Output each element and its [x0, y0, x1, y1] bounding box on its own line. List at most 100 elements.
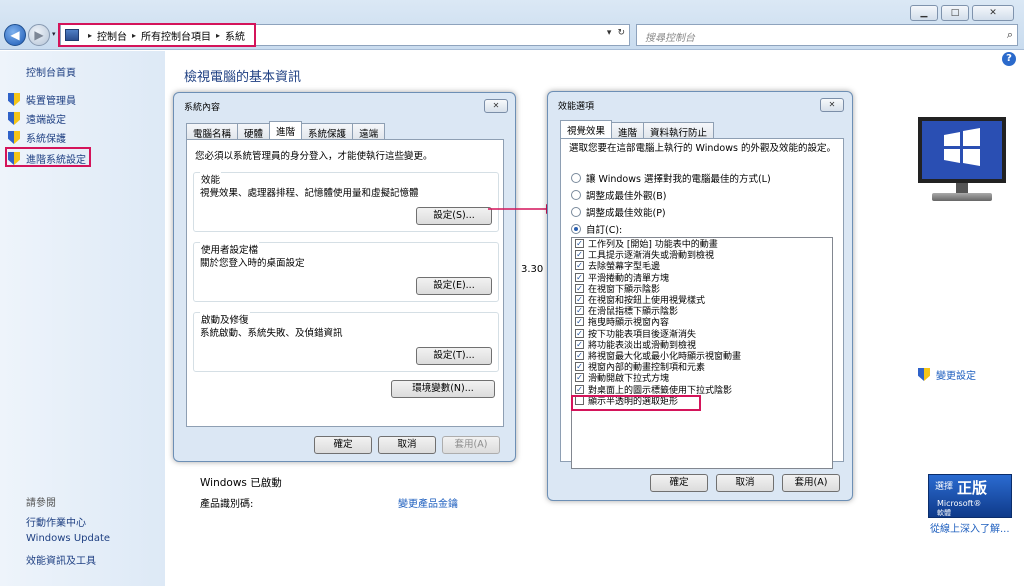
tab-dep[interactable]: 資料執行防止 [643, 122, 715, 139]
search-input[interactable]: 搜尋控制台 ⌕ [636, 24, 1018, 46]
breadcrumb-arrow-icon[interactable]: ▸ [88, 31, 92, 40]
genuine-choose-text: 選擇 [935, 482, 954, 492]
tab-advanced[interactable]: 進階 [269, 121, 303, 139]
checkbox[interactable]: ✓ [575, 250, 584, 260]
dialog-title: 系統內容 [184, 103, 221, 113]
tab-system-protection[interactable]: 系統保護 [301, 123, 354, 140]
checkbox[interactable]: ✓ [575, 339, 584, 349]
address-controls: ▾ ↻ [607, 28, 625, 38]
system-properties-dialog: 系統內容 ✕ 電腦名稱 硬體 進階 系統保護 遠端 您必須以系統管理員的身分登入… [173, 92, 516, 462]
sysprops-tabs: 電腦名稱 硬體 進階 系統保護 遠端 [186, 121, 386, 140]
checkbox[interactable]: ✓ [575, 373, 584, 383]
checkbox[interactable]: ✓ [575, 350, 584, 360]
dialog-close-button[interactable]: ✕ [484, 99, 508, 113]
perf-tabs: 視覺效果 進階 資料執行防止 [560, 120, 715, 139]
radio-button[interactable] [571, 190, 581, 200]
radio-label: 自訂(C): [586, 225, 623, 236]
windows-update-link[interactable]: Windows Update [26, 533, 110, 544]
search-icon[interactable]: ⌕ [1007, 28, 1013, 42]
tab-hardware[interactable]: 硬體 [237, 123, 271, 140]
checkbox[interactable]: ✓ [575, 362, 584, 372]
learn-more-online-link[interactable]: 從線上深入了解... [930, 520, 1010, 535]
device-manager-link[interactable]: 裝置管理員 [8, 92, 76, 107]
change-settings-link[interactable]: 變更設定 [918, 367, 976, 382]
ok-button[interactable]: 確定 [314, 436, 372, 454]
minimize-button[interactable]: ▁ [910, 5, 938, 21]
control-panel-icon [65, 29, 79, 41]
radio-let-windows-choose[interactable]: 讓 Windows 選擇對我的電腦最佳的方式(L) [571, 171, 771, 185]
action-center-link[interactable]: 行動作業中心 [26, 514, 86, 529]
page-title: 檢視電腦的基本資訊 [184, 70, 302, 85]
activation-status: Windows 已啟動 [200, 477, 282, 489]
visual-effects-list[interactable]: ✓ 工作列及 [開始] 功能表中的動畫 ✓ 工具提示逐漸消失或滑動到檢視 ✓ 去除螢幕字型… [571, 237, 833, 469]
genuine-title-text: 正版 [957, 479, 988, 497]
radio-label: 讓 Windows 選擇對我的電腦最佳的方式(L) [586, 174, 771, 185]
maximize-button[interactable]: □ [941, 5, 969, 21]
cancel-button[interactable]: 取消 [378, 436, 436, 454]
back-button[interactable]: ◀ [4, 24, 26, 46]
effect-checkbox-row[interactable]: 顯示半透明的選取矩形 [572, 395, 832, 407]
address-dropdown-icon[interactable]: ▾ [607, 28, 612, 38]
ok-button[interactable]: 確定 [650, 474, 708, 492]
performance-tools-link[interactable]: 效能資訊及工具 [26, 552, 96, 567]
user-profiles-settings-button[interactable]: 設定(E)... [416, 277, 492, 295]
refresh-icon[interactable]: ↻ [617, 28, 625, 38]
cancel-button[interactable]: 取消 [716, 474, 774, 492]
change-product-key-link[interactable]: 變更產品金鑰 [398, 495, 458, 510]
checkbox[interactable] [575, 395, 584, 405]
breadcrumb-control-panel[interactable]: 控制台 [97, 28, 127, 43]
genuine-microsoft-badge[interactable]: 選擇 正版 Microsoft® 軟體 [928, 474, 1012, 518]
visual-effects-intro: 選取您要在這部電腦上執行的 Windows 的外觀及效能的設定。 [569, 143, 836, 154]
radio-best-performance[interactable]: 調整成最佳效能(P) [571, 205, 666, 219]
performance-group-title: 效能 [200, 172, 222, 186]
checkbox[interactable]: ✓ [575, 261, 584, 271]
breadcrumb-all-items[interactable]: 所有控制台項目 [141, 28, 211, 43]
shield-icon [918, 368, 930, 381]
breadcrumb-system[interactable]: 系統 [225, 28, 245, 43]
advanced-settings-highlight-box [5, 147, 91, 167]
radio-button[interactable] [571, 207, 581, 217]
visual-effects-panel: 選取您要在這部電腦上執行的 Windows 的外觀及效能的設定。 讓 Windo… [560, 138, 844, 469]
system-protection-label: 系統保護 [26, 134, 66, 145]
left-task-pane: 控制台首頁 裝置管理員 遠端設定 系統保護 進階系統設定 請參閱 行動作業中心 … [0, 51, 165, 586]
performance-settings-button[interactable]: 設定(S)... [416, 207, 492, 225]
radio-button[interactable] [571, 224, 581, 234]
environment-variables-button[interactable]: 環境變數(N)... [391, 380, 495, 398]
apply-button[interactable]: 套用(A) [442, 436, 500, 454]
breadcrumb-arrow-icon[interactable]: ▸ [132, 31, 136, 40]
help-icon[interactable]: ? [1002, 52, 1016, 66]
forward-button[interactable]: ▶ [28, 24, 50, 46]
tab-remote[interactable]: 遠端 [352, 123, 386, 140]
checkbox[interactable]: ✓ [575, 283, 584, 293]
remote-settings-link[interactable]: 遠端設定 [8, 111, 66, 126]
checkbox[interactable]: ✓ [575, 239, 584, 249]
apply-button[interactable]: 套用(A) [782, 474, 840, 492]
close-button[interactable]: ✕ [972, 5, 1014, 21]
admin-note: 您必須以系統管理員的身分登入，才能使執行這些變更。 [195, 151, 433, 162]
checkbox[interactable]: ✓ [575, 328, 584, 338]
checkbox[interactable]: ✓ [575, 272, 584, 282]
radio-custom[interactable]: 自訂(C): [571, 222, 622, 236]
breadcrumb-arrow-icon[interactable]: ▸ [216, 31, 220, 40]
tab-perf-advanced[interactable]: 進階 [611, 122, 645, 139]
checkbox[interactable]: ✓ [575, 306, 584, 316]
advanced-tab-panel: 您必須以系統管理員的身分登入，才能使執行這些變更。 效能 視覺效果、處理器排程、… [186, 139, 504, 427]
system-protection-link[interactable]: 系統保護 [8, 130, 66, 145]
recent-pages-dropdown-icon[interactable]: ▾ [52, 30, 56, 38]
address-bar[interactable]: ▸ 控制台 ▸ 所有控制台項目 ▸ 系統 ▾ ↻ [60, 24, 630, 46]
product-id-label: 產品識別碼: [200, 499, 254, 510]
windows-logo-icon [944, 128, 980, 166]
checkbox[interactable]: ✓ [575, 384, 584, 394]
checkbox[interactable]: ✓ [575, 295, 584, 305]
radio-button[interactable] [571, 173, 581, 183]
checkbox[interactable]: ✓ [575, 317, 584, 327]
startup-recovery-group-title: 啟動及修復 [200, 312, 250, 326]
dialog-close-button[interactable]: ✕ [820, 98, 844, 112]
tab-visual-effects[interactable]: 視覺效果 [560, 120, 613, 138]
control-panel-home-link[interactable]: 控制台首頁 [26, 64, 76, 79]
change-settings-label: 變更設定 [936, 371, 976, 382]
startup-recovery-settings-button[interactable]: 設定(T)... [416, 347, 492, 365]
performance-group-desc: 視覺效果、處理器排程、記憶體使用量和虛擬記憶體 [200, 188, 419, 199]
radio-best-appearance[interactable]: 調整成最佳外觀(B) [571, 188, 666, 202]
tab-computer-name[interactable]: 電腦名稱 [186, 123, 239, 140]
